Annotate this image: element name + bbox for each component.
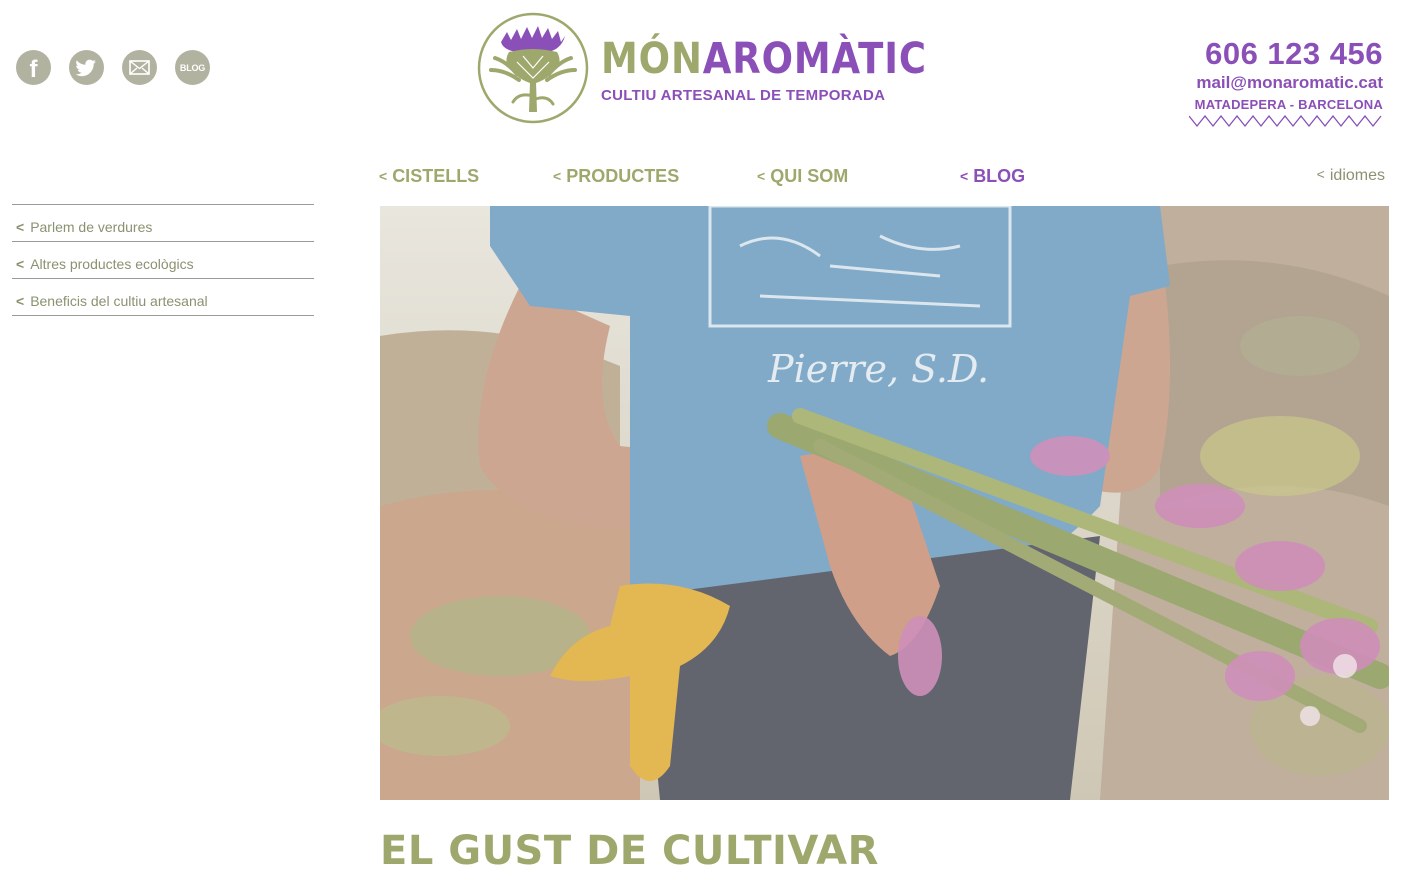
- svg-text:f: f: [30, 56, 39, 83]
- twitter-icon[interactable]: [69, 50, 104, 85]
- social-links: f BLOG: [16, 50, 210, 85]
- main-nav: < CISTELLS < PRODUCTES < QUI SOM < BLOG < idi…: [379, 166, 1385, 190]
- facebook-icon[interactable]: f: [16, 50, 51, 85]
- site-logo[interactable]: MÓNAROMÀTIC CULTIU ARTESANAL DE TEMPORAD…: [477, 12, 980, 124]
- nav-item-label: QUI SOM: [770, 166, 849, 186]
- nav-item-productes[interactable]: < PRODUCTES: [553, 166, 679, 187]
- page-title: EL GUST DE CULTIVAR: [380, 828, 879, 874]
- zigzag-divider: [1189, 114, 1382, 127]
- sidebar-item-label: Beneficis del cultiu artesanal: [30, 293, 208, 309]
- brand-name: MÓNAROMÀTIC: [601, 38, 927, 81]
- nav-item-label: BLOG: [973, 166, 1026, 186]
- language-selector[interactable]: < idiomes: [1317, 166, 1385, 185]
- nav-item-blog[interactable]: < BLOG: [960, 166, 1025, 187]
- blog-icon-label: BLOG: [179, 62, 206, 73]
- nav-arrow-icon: <: [1316, 166, 1325, 182]
- sidebar-arrow-icon: <: [16, 256, 25, 272]
- blog-icon[interactable]: BLOG: [175, 50, 210, 85]
- nav-item-label: PRODUCTES: [566, 166, 680, 186]
- artichoke-icon: [477, 12, 589, 124]
- sidebar-arrow-icon: <: [16, 293, 25, 309]
- brand-block: MÓNAROMÀTIC CULTIU ARTESANAL DE TEMPORAD…: [601, 38, 980, 105]
- nav-arrow-icon: <: [960, 168, 969, 184]
- contact-block: 606 123 456 mail@monaromatic.cat MATADEP…: [1189, 37, 1383, 128]
- nav-arrow-icon: <: [553, 168, 562, 184]
- sidebar-arrow-icon: <: [16, 219, 25, 235]
- nav-item-cistells[interactable]: < CISTELLS: [379, 166, 479, 187]
- language-label: idiomes: [1329, 167, 1385, 184]
- contact-phone[interactable]: 606 123 456: [1189, 37, 1383, 71]
- mail-icon[interactable]: [122, 50, 157, 85]
- contact-email[interactable]: mail@monaromatic.cat: [1189, 73, 1383, 93]
- sidebar-item-altres-productes[interactable]: < Altres productes ecològics: [12, 242, 314, 279]
- sidebar-item-label: Altres productes ecològics: [30, 256, 194, 272]
- nav-item-label: CISTELLS: [392, 166, 480, 186]
- sidebar-item-beneficis[interactable]: < Beneficis del cultiu artesanal: [12, 279, 314, 316]
- hero-photo: Pierre, S.D.: [380, 206, 1389, 800]
- brand-name-part2: AROMÀTIC: [702, 34, 927, 84]
- brand-tagline: CULTIU ARTESANAL DE TEMPORADA: [601, 87, 886, 104]
- nav-item-qui-som[interactable]: < QUI SOM: [757, 166, 848, 187]
- sidebar-item-parlem-de-verdures[interactable]: < Parlem de verdures: [12, 205, 314, 242]
- nav-arrow-icon: <: [757, 168, 766, 184]
- brand-name-part1: MÓN: [601, 34, 703, 84]
- sidebar-item-label: Parlem de verdures: [30, 219, 153, 235]
- contact-location: MATADEPERA - BARCELONA: [1194, 96, 1383, 112]
- hero-image: Pierre, S.D.: [380, 206, 1389, 800]
- blog-sidebar: < Parlem de verdures < Altres productes ec…: [12, 204, 314, 316]
- nav-arrow-icon: <: [379, 168, 388, 184]
